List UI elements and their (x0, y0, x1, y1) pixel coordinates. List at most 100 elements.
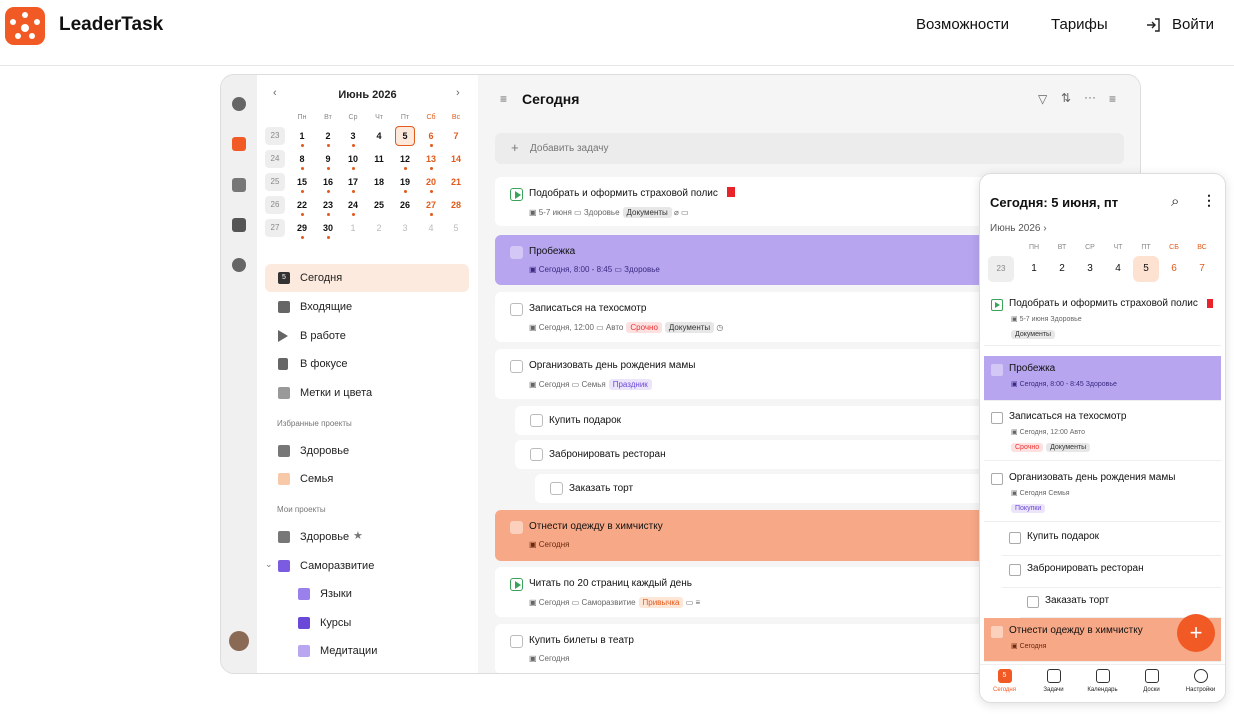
search-icon[interactable]: ⌕ (1171, 193, 1179, 210)
calendar-day[interactable]: 9 (318, 154, 338, 170)
add-task-button[interactable]: + (1177, 614, 1215, 652)
board-icon[interactable] (232, 218, 246, 232)
search-icon[interactable] (232, 258, 246, 272)
sidebar-project-health[interactable]: Здоровье ★ (265, 523, 469, 551)
calendar-day[interactable]: 6 (421, 131, 441, 147)
more-icon[interactable]: ··· (1084, 90, 1096, 104)
tab-calendar[interactable]: Календарь (1078, 669, 1127, 693)
checkbox[interactable] (510, 246, 523, 259)
calendar-day[interactable]: 14 (446, 154, 466, 164)
calendar-day[interactable]: 10 (343, 154, 363, 170)
avatar[interactable] (229, 631, 249, 651)
checkbox[interactable] (550, 482, 563, 495)
list-item[interactable]: Организовать день рождения мамы ▣ Сегодн… (984, 465, 1221, 522)
tab-boards[interactable]: Доски (1127, 669, 1176, 693)
calendar-day[interactable]: 5 (1133, 256, 1159, 282)
calendar-day[interactable]: 1 (343, 223, 363, 233)
tasks-icon[interactable] (232, 137, 246, 151)
calendar-day[interactable]: 5 (446, 223, 466, 233)
sidebar-item-tags[interactable]: Метки и цвета (265, 379, 469, 407)
calendar-day[interactable]: 1 (292, 131, 312, 147)
calendar-day[interactable]: 2 (318, 131, 338, 147)
sidebar-item-focus[interactable]: В фокусе (265, 350, 469, 378)
more-vertical-icon[interactable]: ⋮ (1202, 192, 1216, 209)
calendar-day[interactable]: 4 (421, 223, 441, 233)
chevron-down-icon[interactable]: ⌄ (265, 559, 273, 570)
checkbox[interactable] (530, 414, 543, 427)
login-link[interactable]: Войти (1172, 16, 1214, 33)
calendar-day[interactable]: 2 (369, 223, 389, 233)
sidebar-project-courses[interactable]: Курсы (285, 609, 469, 637)
calendar-day[interactable]: 23 (318, 200, 338, 216)
checkbox[interactable] (991, 364, 1003, 376)
checkbox[interactable] (991, 473, 1003, 485)
sidebar-project-health-fav[interactable]: Здоровье (265, 437, 469, 465)
checkbox[interactable] (1027, 596, 1039, 608)
calendar-day[interactable]: 20 (421, 177, 441, 193)
nav-features-link[interactable]: Возможности (916, 16, 1009, 33)
login-icon[interactable] (1146, 17, 1162, 33)
list-item[interactable]: Записаться на техосмотр ▣ Сегодня, 12:00… (984, 404, 1221, 461)
calendar-day[interactable]: 29 (292, 223, 312, 239)
checkbox[interactable] (1009, 564, 1021, 576)
add-icon[interactable] (232, 97, 246, 111)
list-options-icon[interactable]: ≡ (1109, 92, 1116, 106)
calendar-day[interactable]: 21 (446, 177, 466, 187)
checkbox[interactable] (510, 360, 523, 373)
star-icon[interactable]: ★ (353, 529, 363, 542)
checkbox[interactable] (510, 635, 523, 648)
play-icon[interactable] (510, 578, 523, 591)
add-task-input[interactable]: + Добавить задачу (495, 133, 1124, 164)
list-item[interactable]: Подобрать и оформить страховой полис ▣ 5… (984, 291, 1221, 346)
calendar-day[interactable]: 5 (395, 126, 415, 146)
calendar-day[interactable]: 28 (446, 200, 466, 210)
calendar-day[interactable]: 26 (395, 200, 415, 210)
calendar-day[interactable]: 3 (343, 131, 363, 147)
menu-icon[interactable]: ≡ (500, 92, 507, 106)
calendar-day[interactable]: 27 (421, 200, 441, 216)
list-item[interactable]: Пробежка ▣ Сегодня, 8:00 - 8:45 Здоровье (984, 356, 1221, 401)
calendar-day[interactable]: 13 (421, 154, 441, 170)
checkbox[interactable] (991, 412, 1003, 424)
calendar-icon[interactable] (232, 178, 246, 192)
calendar-day[interactable]: 15 (292, 177, 312, 193)
calendar-day[interactable]: 3 (1077, 256, 1103, 282)
calendar-day[interactable]: 11 (369, 154, 389, 164)
sidebar-project-meditation[interactable]: Медитации (285, 637, 469, 665)
list-item[interactable]: Купить подарок (1002, 524, 1221, 556)
calendar-day[interactable]: 7 (1189, 256, 1215, 282)
sidebar-project-self-development[interactable]: ⌄ Саморазвитие (265, 552, 469, 580)
calendar-day[interactable]: 18 (369, 177, 389, 187)
brand-name[interactable]: LeaderTask (59, 14, 163, 36)
calendar-day[interactable]: 4 (1105, 256, 1131, 282)
calendar-day[interactable]: 3 (395, 223, 415, 233)
calendar-day[interactable]: 7 (446, 131, 466, 141)
calendar-day[interactable]: 16 (318, 177, 338, 193)
checkbox[interactable] (1009, 532, 1021, 544)
mobile-month[interactable]: Июнь 2026 › (990, 223, 1047, 234)
calendar-day[interactable]: 12 (395, 154, 415, 170)
play-icon[interactable] (510, 188, 523, 201)
checkbox[interactable] (510, 521, 523, 534)
calendar-day[interactable]: 22 (292, 200, 312, 216)
checkbox[interactable] (991, 626, 1003, 638)
tab-settings[interactable]: Настройки (1176, 669, 1225, 693)
filter-icon[interactable]: ▽ (1038, 92, 1047, 106)
calendar-day[interactable]: 2 (1049, 256, 1075, 282)
play-icon[interactable] (991, 299, 1003, 311)
sidebar-item-inbox[interactable]: Входящие (265, 293, 469, 321)
calendar-day[interactable]: 17 (343, 177, 363, 193)
calendar-day[interactable]: 25 (369, 200, 389, 210)
tab-tasks[interactable]: Задачи (1029, 669, 1078, 693)
calendar-day[interactable]: 24 (343, 200, 363, 216)
sort-icon[interactable]: ⇅ (1061, 91, 1071, 105)
nav-pricing-link[interactable]: Тарифы (1051, 16, 1108, 33)
sidebar-item-today[interactable]: 5 Сегодня (265, 264, 469, 292)
next-month-icon[interactable]: › (456, 87, 460, 99)
calendar-day[interactable]: 1 (1021, 256, 1047, 282)
checkbox[interactable] (530, 448, 543, 461)
calendar-day[interactable]: 8 (292, 154, 312, 170)
list-item[interactable]: Забронировать ресторан (1002, 556, 1221, 588)
tab-today[interactable]: 5 Сегодня (980, 669, 1029, 693)
calendar-day[interactable]: 4 (369, 131, 389, 141)
